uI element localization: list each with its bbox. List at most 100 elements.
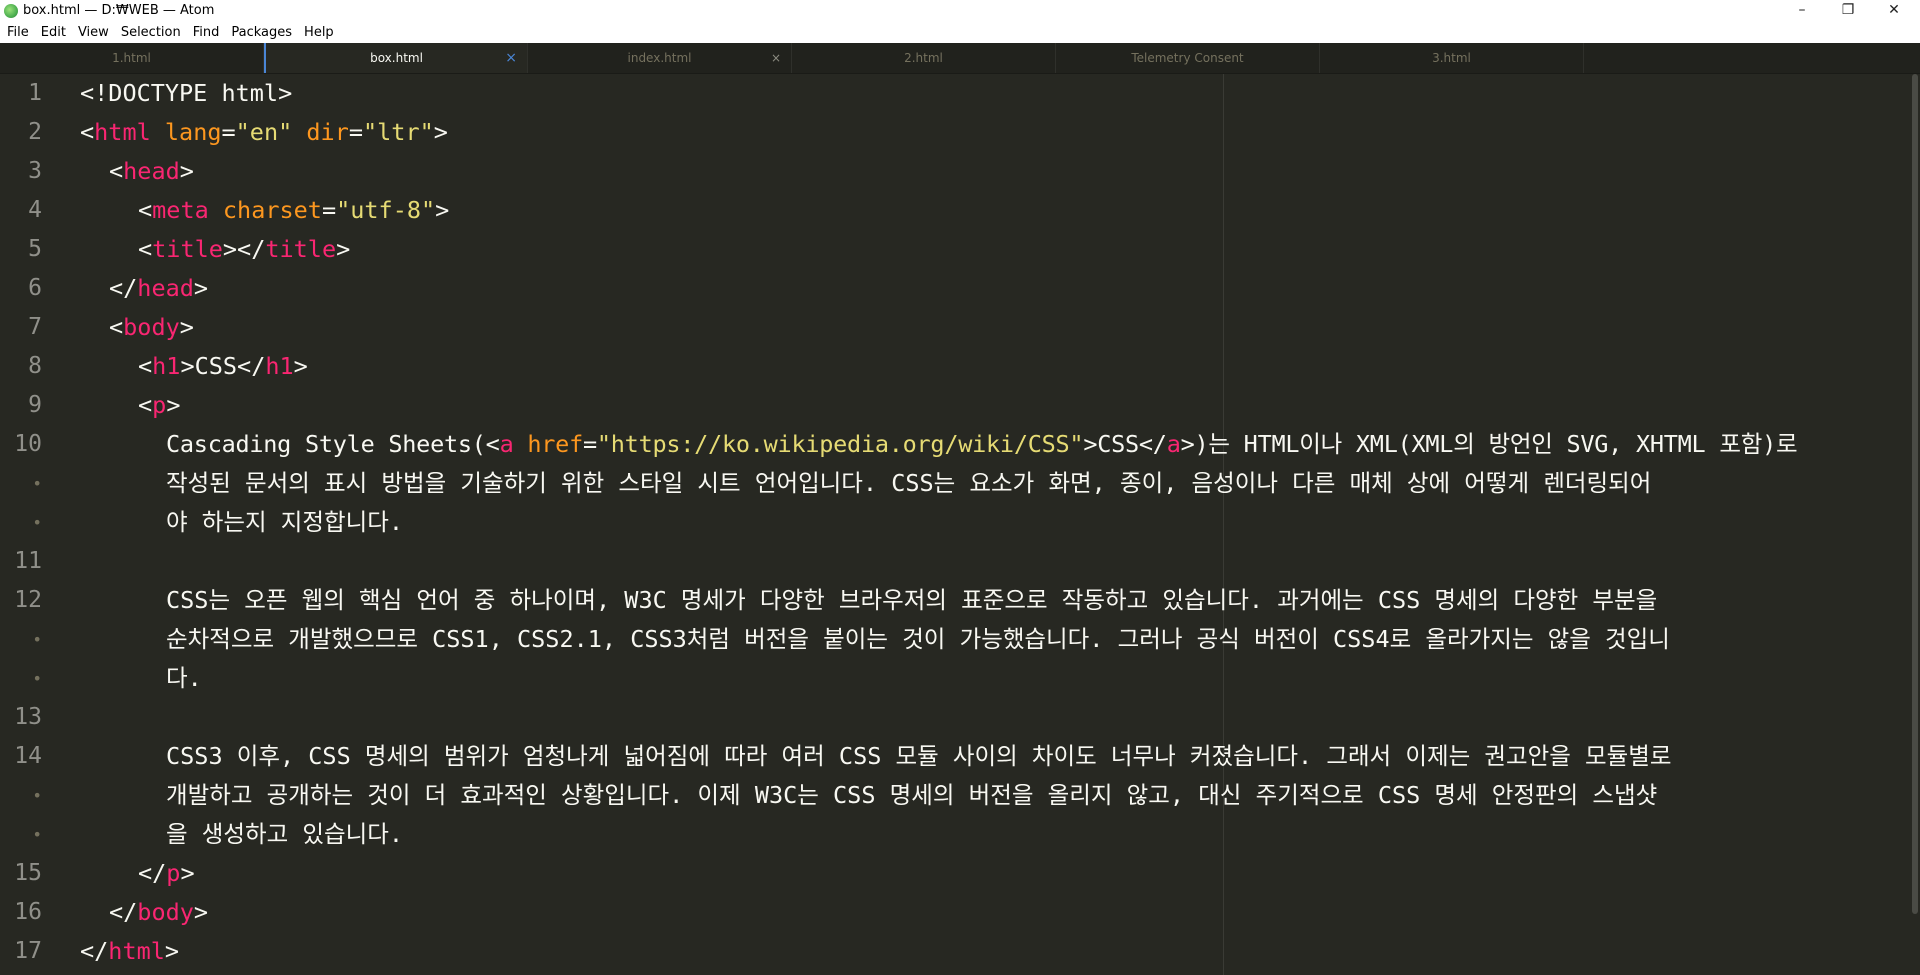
menu-selection[interactable]: Selection <box>114 22 186 43</box>
code-line: <title></title> <box>138 230 350 269</box>
line-number: 13 <box>14 704 42 730</box>
tag-name: title <box>152 235 223 263</box>
bracket: < <box>138 196 153 224</box>
tab-3-html[interactable]: 3.html <box>1320 43 1584 73</box>
close-tab-icon[interactable]: × <box>771 43 781 73</box>
line-number: 12 <box>14 587 42 613</box>
menu-view[interactable]: View <box>71 22 114 43</box>
tag-name: head <box>137 274 194 302</box>
code-line: <p> <box>138 386 180 425</box>
tag-name: title <box>265 235 337 263</box>
code-line: <html lang="en" dir="ltr"> <box>80 113 448 152</box>
attr-value: "en" <box>235 118 293 146</box>
bracket: < <box>109 157 124 185</box>
equals: = <box>582 430 597 458</box>
line-number: 9 <box>28 392 42 418</box>
menu-edit[interactable]: Edit <box>34 22 71 43</box>
bracket: > <box>164 937 180 965</box>
line-number: 16 <box>14 899 42 925</box>
code-line: Cascading Style Sheets(<a href="https://… <box>166 425 1798 464</box>
code-line: </head> <box>109 269 208 308</box>
tab-label: 3.html <box>1432 51 1471 65</box>
line-number: 11 <box>14 548 42 574</box>
tab-2-html[interactable]: 2.html <box>792 43 1056 73</box>
code-line: <h1>CSS</h1> <box>138 347 308 386</box>
menu-help[interactable]: Help <box>297 22 339 43</box>
bracket: > <box>435 196 450 224</box>
text: Cascading Style Sheets(< <box>166 430 500 458</box>
code-area[interactable]: <!DOCTYPE html> <html lang="en" dir="ltr… <box>80 74 1900 975</box>
tab-telemetry-consent[interactable]: Telemetry Consent <box>1056 43 1320 73</box>
attr-value: "utf-8" <box>336 196 436 224</box>
tag-name: body <box>123 313 180 341</box>
bracket: > <box>166 391 181 419</box>
bracket: </ <box>138 859 167 887</box>
tag-name: p <box>152 391 167 419</box>
bracket: < <box>138 391 153 419</box>
doctype: <!DOCTYPE html> <box>80 79 293 107</box>
tag-name: h1 <box>265 352 294 380</box>
line-number: 14 <box>14 743 42 769</box>
wrap-indicator: • <box>32 825 42 844</box>
wrap-indicator: • <box>32 786 42 805</box>
line-number: 2 <box>28 119 42 145</box>
code-line-wrapped: 을 생성하고 있습니다. <box>166 820 404 848</box>
tag-name: head <box>123 157 180 185</box>
bracket: > <box>336 235 351 263</box>
menu-find[interactable]: Find <box>186 22 225 43</box>
window-title: box.html — D:₩WEB — Atom <box>23 3 215 18</box>
line-number: 10 <box>14 431 42 457</box>
line-number: 3 <box>28 158 42 184</box>
wrap-indicator: • <box>32 669 42 688</box>
menu-bar: File Edit View Selection Find Packages Help <box>0 22 1920 43</box>
close-window-button[interactable]: ✕ <box>1872 0 1916 22</box>
bracket: < <box>109 313 124 341</box>
vertical-scrollbar[interactable] <box>1912 74 1918 914</box>
code-line-wrapped: 개발하고 공개하는 것이 더 효과적인 상황입니다. 이제 W3C는 CSS 명… <box>166 781 1658 809</box>
attr-name: charset <box>222 196 322 224</box>
attr-name: lang <box>164 118 222 146</box>
tag-name: p <box>166 859 181 887</box>
bracket: > <box>179 313 194 341</box>
editor-pane[interactable]: 1 2 3 4 5 6 7 8 9 10 • • 11 12 • • 13 14… <box>0 74 1920 975</box>
attr-name: dir <box>306 118 349 146</box>
maximize-button[interactable]: ❐ <box>1826 0 1870 22</box>
tab-label: index.html <box>627 51 692 65</box>
wrap-indicator: • <box>32 513 42 532</box>
code-line: </html> <box>80 932 179 971</box>
code-line: </body> <box>109 893 208 932</box>
line-number: 15 <box>14 860 42 886</box>
menu-file[interactable]: File <box>0 22 34 43</box>
tag-name: html <box>94 118 151 146</box>
tag-name: meta <box>152 196 209 224</box>
title-bar: box.html — D:₩WEB — Atom – ❐ ✕ <box>0 0 1920 22</box>
code-line-wrapped: 다. <box>166 664 202 692</box>
bracket: < <box>80 118 95 146</box>
wrap-indicator: • <box>32 630 42 649</box>
tab-box-html[interactable]: box.html × <box>264 43 528 73</box>
attr-name: href <box>527 430 583 458</box>
code-line: <body> <box>109 308 194 347</box>
bracket: > <box>293 352 308 380</box>
code-line: </p> <box>138 854 195 893</box>
code-line: <head> <box>109 152 194 191</box>
tab-label: box.html <box>370 51 423 65</box>
line-number: 7 <box>28 314 42 340</box>
code-line: CSS는 오픈 웹의 핵심 언어 중 하나이며, W3C 명세가 다양한 브라우… <box>166 586 1658 614</box>
bracket: > <box>180 859 195 887</box>
code-line: <meta charset="utf-8"> <box>138 191 449 230</box>
tab-1-html[interactable]: 1.html <box>0 43 264 73</box>
attr-value: "ltr" <box>363 118 434 146</box>
close-tab-icon[interactable]: × <box>505 43 517 73</box>
code-line-wrapped: 순차적으로 개발했으므로 CSS1, CSS2.1, CSS3처럼 버전을 붙이… <box>166 625 1670 653</box>
text: >)는 HTML이나 XML(XML의 방언인 SVG, XHTML 포함)로 <box>1180 430 1798 458</box>
menu-packages[interactable]: Packages <box>224 22 297 43</box>
text: >CSS</ <box>180 352 266 380</box>
equals: = <box>321 196 337 224</box>
minimize-button[interactable]: – <box>1780 0 1824 22</box>
tag-name: html <box>108 937 165 965</box>
tag-name: a <box>499 430 514 458</box>
tab-index-html[interactable]: index.html × <box>528 43 792 73</box>
code-line-wrapped: 작성된 문서의 표시 방법을 기술하기 위한 스타일 시트 언어입니다. CSS… <box>166 469 1652 497</box>
line-number: 8 <box>28 353 42 379</box>
